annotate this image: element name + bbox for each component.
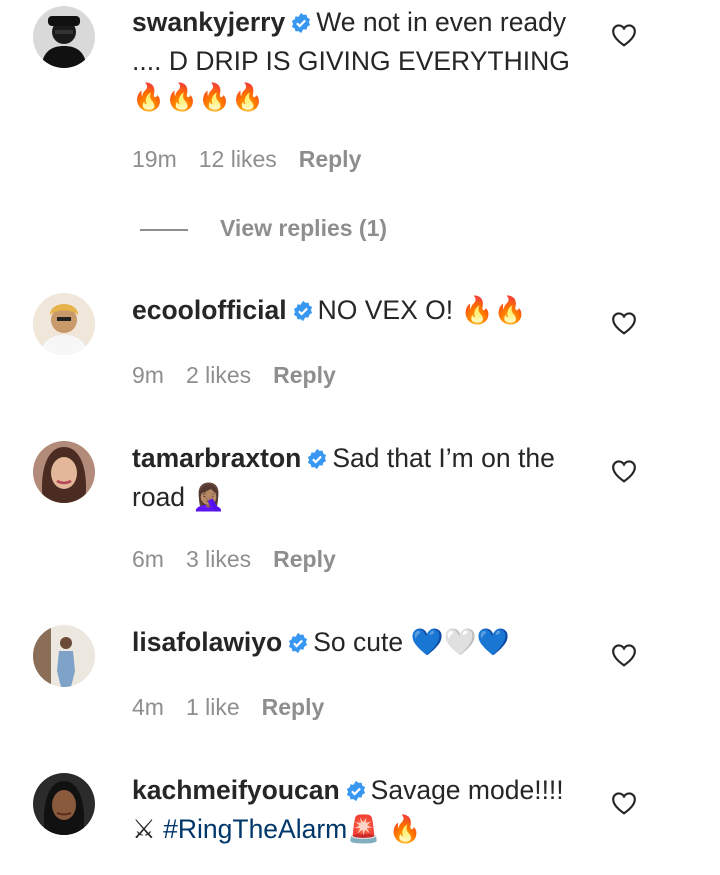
comment-meta: 19m 12 likes Reply — [132, 146, 383, 173]
comment-time: 4m — [132, 694, 164, 720]
avatar[interactable] — [33, 6, 95, 68]
comment-time: 19m — [132, 146, 177, 172]
verified-badge-icon — [292, 295, 314, 331]
comment-body: So cute — [313, 627, 404, 657]
comment-meta: 4m 1 like Reply — [132, 694, 346, 721]
verified-badge-icon — [287, 627, 309, 663]
username[interactable]: tamarbraxton — [132, 443, 301, 473]
comment-text: kachmeifyoucan Savage mode!!!! ⚔ #RingTheA… — [132, 772, 592, 848]
comment-text: lisafolawiyo So cute 💙🤍💙 — [132, 624, 592, 663]
heart-outline-icon[interactable] — [611, 23, 637, 47]
verified-badge-icon — [306, 443, 328, 479]
avatar[interactable] — [33, 773, 95, 835]
comment-meta: 6m 3 likes Reply — [132, 546, 358, 573]
comment-text: ecoolofficial NO VEX O! 🔥🔥 — [132, 292, 592, 331]
comment-body: Savage mode!!!! — [370, 775, 564, 805]
username[interactable]: swankyjerry — [132, 7, 285, 37]
heart-outline-icon[interactable] — [611, 311, 637, 335]
heart-outline-icon[interactable] — [611, 459, 637, 483]
comment-likes[interactable]: 12 likes — [199, 146, 277, 172]
divider-line — [140, 228, 188, 231]
view-replies-button[interactable]: View replies (1) — [140, 215, 387, 242]
reply-button[interactable]: Reply — [299, 146, 362, 172]
fire-emoji: 🔥🔥🔥🔥 — [132, 82, 264, 113]
username[interactable]: kachmeifyoucan — [132, 775, 340, 805]
avatar[interactable] — [33, 441, 95, 503]
swords-emoji: ⚔ — [132, 814, 156, 845]
hashtag-link[interactable]: #RingTheAlarm — [163, 814, 347, 844]
comment-likes[interactable]: 2 likes — [186, 362, 251, 388]
comment-time: 6m — [132, 546, 164, 572]
avatar[interactable] — [33, 625, 95, 687]
verified-badge-icon — [290, 7, 312, 43]
alarm-fire-emoji: 🚨 🔥 — [347, 814, 422, 845]
heart-outline-icon[interactable] — [611, 643, 637, 667]
comment-meta: 9m 2 likes Reply — [132, 362, 358, 389]
comment-likes[interactable]: 1 like — [186, 694, 240, 720]
reply-button[interactable]: Reply — [262, 694, 325, 720]
heart-outline-icon[interactable] — [611, 791, 637, 815]
verified-badge-icon — [345, 775, 367, 811]
comment-text: tamarbraxton Sad that I’m on the road 🤦🏽‍… — [132, 440, 592, 516]
comment-body: NO VEX O! — [317, 295, 454, 325]
view-replies-label: View replies (1) — [220, 215, 388, 241]
comment-text: swankyjerry We not in even ready .... D D… — [132, 4, 592, 116]
reply-button[interactable]: Reply — [273, 546, 336, 572]
avatar[interactable] — [33, 293, 95, 355]
fire-emoji: 🔥🔥 — [460, 295, 527, 326]
reply-button[interactable]: Reply — [273, 362, 336, 388]
comment-time: 9m — [132, 362, 164, 388]
heart-emoji: 💙🤍💙 — [410, 627, 510, 658]
comment-likes[interactable]: 3 likes — [186, 546, 251, 572]
username[interactable]: lisafolawiyo — [132, 627, 282, 657]
facepalm-emoji: 🤦🏽‍♀️ — [192, 482, 226, 513]
username[interactable]: ecoolofficial — [132, 295, 287, 325]
